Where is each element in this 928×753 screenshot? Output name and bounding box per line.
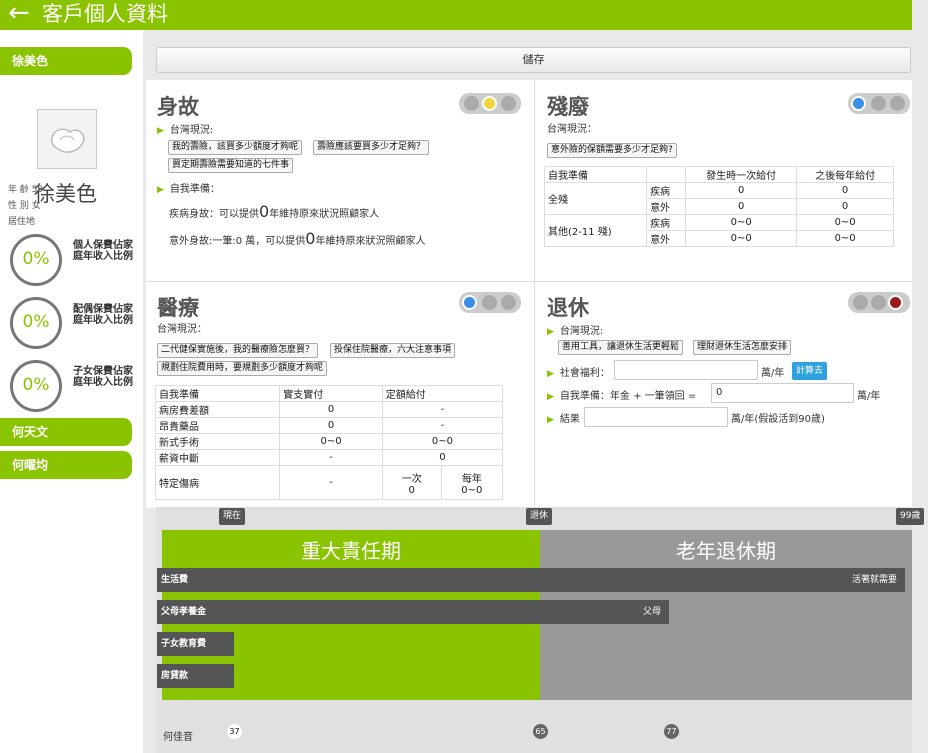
death-accident-line: 意外身故:一筆:0 萬，可以提供0年維持原來狀況照顧家人 xyxy=(169,229,426,248)
death-illness-line: 疾病身故：可以提供0年維持原來狀況照顧家人 xyxy=(169,202,380,221)
horizontal-divider xyxy=(146,281,912,282)
timeline-bar-education: 子女教育費 xyxy=(157,632,234,656)
personal-premium-label: 個人保費佔家庭年收入比例 xyxy=(73,240,133,262)
vertical-divider xyxy=(534,80,535,508)
timeline-person-name: 何佳音 xyxy=(163,732,193,743)
sidebar: 徐美色 徐美色 年 齡 59 性 別 女 居住地 0% 個人保費佔家庭年收入比例… xyxy=(0,30,143,753)
death-traffic-light xyxy=(459,93,521,114)
timeline-bar-parents: 父母孝養金 父母 xyxy=(157,600,669,624)
sidebar-tab-client-3[interactable]: 何曜均 xyxy=(0,451,132,479)
medical-table: 自我準備 實支實付 定額給付 病房費差額 0- 昂貴藥品 0- 新式手術 0~0 0~0 薪… xyxy=(154,385,504,500)
retire-prep-unit: 萬/年 xyxy=(857,391,881,402)
gender-row: 性 別 女 xyxy=(8,201,41,211)
marker-retire: 退休 xyxy=(526,508,553,525)
age-row: 年 齡 59 xyxy=(8,185,44,195)
spouse-premium-gauge: 0% xyxy=(10,297,62,349)
death-title: 身故 xyxy=(157,95,199,119)
medical-status: 台灣現況： xyxy=(157,324,207,335)
retire-social-label: ▶ 社會福利： xyxy=(547,368,610,379)
death-prep: ▶ 自我準備： xyxy=(157,184,220,195)
avatar-image xyxy=(51,128,85,153)
retire-result-unit: 萬/年(假設活到90歲) xyxy=(731,414,825,425)
arrow-left-icon[interactable]: ← xyxy=(8,0,30,28)
medical-traffic-light xyxy=(459,292,521,313)
personal-premium-gauge: 0% xyxy=(10,234,62,286)
children-premium-label: 子女保費佔家庭年收入比例 xyxy=(73,366,133,388)
retire-prep-label: ▶ 自我準備：年金 + 一筆領回 = xyxy=(547,391,697,402)
address-row: 居住地 xyxy=(8,217,36,227)
timeline-bar-mortgage: 房貸款 xyxy=(157,664,234,688)
client-name: 徐美色 xyxy=(34,182,97,206)
zone-1-label: 重大責任期 xyxy=(301,539,401,563)
age-dot-other: 77 xyxy=(664,724,679,739)
age-dot-retire: 65 xyxy=(533,724,548,739)
retire-result-field xyxy=(584,407,728,427)
age-dot-now: 37 xyxy=(227,724,242,739)
death-article-button-3[interactable]: 買定期壽險需要知道的七件事 xyxy=(168,158,294,173)
social-welfare-input[interactable] xyxy=(614,360,758,380)
retire-result-label: ▶ 結果 xyxy=(547,414,580,425)
death-article-button-2[interactable]: 壽險應該要買多少才足夠？ xyxy=(313,140,430,155)
medical-title: 醫療 xyxy=(157,296,199,320)
retire-article-button-1[interactable]: 善用工具，讓退休生活更輕鬆 xyxy=(558,340,684,355)
marker-end: 99歲 xyxy=(896,508,925,525)
sidebar-tab-client-2[interactable]: 何天文 xyxy=(0,418,132,446)
disability-title: 殘廢 xyxy=(547,95,589,119)
social-unit: 萬/年 xyxy=(761,368,785,379)
disability-article-button[interactable]: 意外險的保額需要多少才足夠? xyxy=(547,143,677,158)
top-bar: ← 客戶個人資料 xyxy=(0,0,912,30)
retire-title: 退休 xyxy=(547,296,589,320)
timeline-bar-living: 生活費 活著就需要 xyxy=(157,568,905,592)
disability-status: 台灣現況： xyxy=(547,124,597,135)
page-title: 客戶個人資料 xyxy=(42,2,168,26)
death-article-button-1[interactable]: 我的壽險，該買多少額度才夠呢 xyxy=(168,140,303,155)
marker-now: 現在 xyxy=(219,508,246,525)
retire-prep-input[interactable]: 0 xyxy=(711,383,854,403)
children-premium-gauge: 0% xyxy=(10,360,62,412)
disability-table: 自我準備 發生時一次給付 之後每年給付 全殘 疾病 0 0 意外 0 0 其他(2-11 殘)… xyxy=(543,166,894,247)
medical-article-button-3[interactable]: 規劃住院費用時，要規劃多少額度才夠呢 xyxy=(157,361,328,376)
retire-status: ▶ 台灣現況: xyxy=(547,326,604,337)
medical-article-button-2[interactable]: 投保住院醫療，六大注意事項 xyxy=(330,343,456,358)
sidebar-tab-client-1[interactable]: 徐美色 xyxy=(0,47,132,75)
medical-article-button-1[interactable]: 二代健保實施後，我的醫療險怎麼買？ xyxy=(157,343,319,358)
death-status: ▶ 台灣現況: xyxy=(157,125,214,136)
retire-article-button-2[interactable]: 理財退休生活怎麼安排 xyxy=(693,340,792,355)
zone-2-label: 老年退休期 xyxy=(676,539,776,563)
retire-traffic-light xyxy=(848,292,910,313)
spouse-premium-label: 配偶保費佔家庭年收入比例 xyxy=(73,304,133,326)
disability-traffic-light xyxy=(848,93,910,114)
calculate-button[interactable]: 計算去 xyxy=(792,362,828,380)
save-button[interactable]: 儲存 xyxy=(156,47,911,73)
avatar xyxy=(37,109,97,169)
